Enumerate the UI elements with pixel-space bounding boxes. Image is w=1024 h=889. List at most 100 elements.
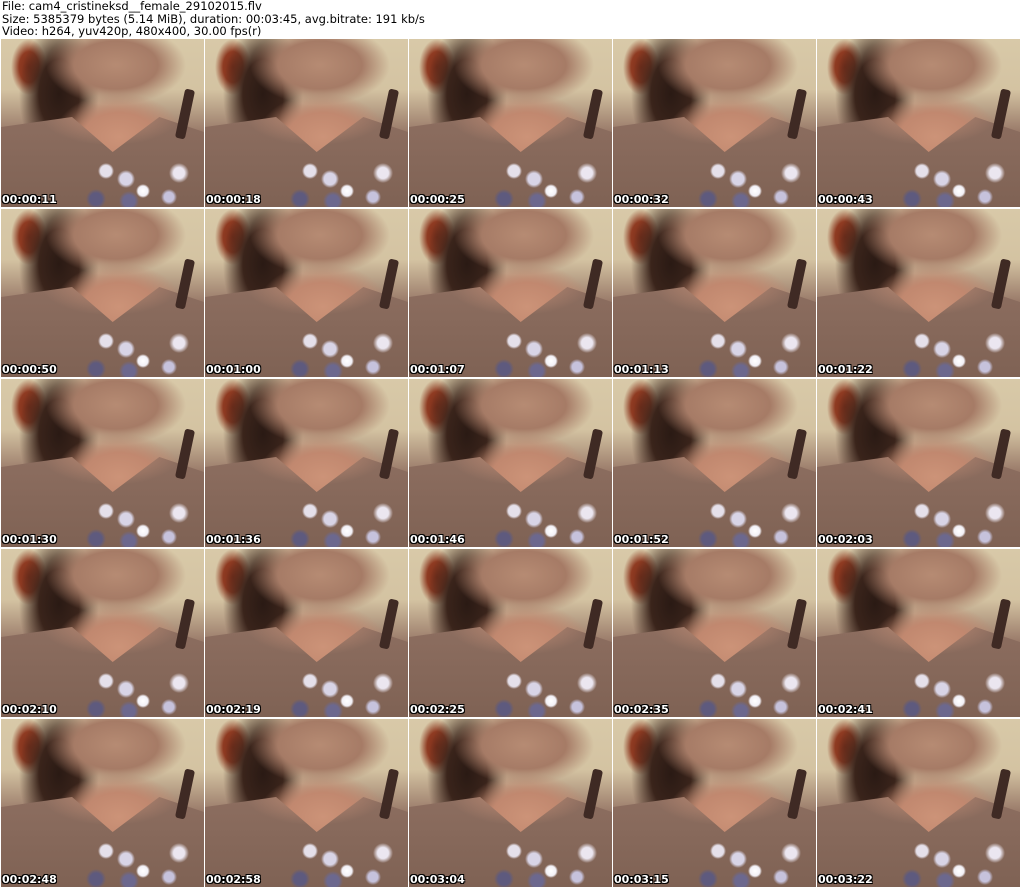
thumbnail-timestamp: 00:01:36	[206, 533, 261, 546]
thumbnail-frame-image	[817, 719, 1020, 887]
thumbnail-frame-image	[817, 39, 1020, 207]
frame-print-pattern	[285, 161, 395, 207]
thumbnail-frame-image	[613, 379, 816, 547]
video-thumbnail: 00:02:48	[1, 719, 204, 887]
thumbnail-frame-image	[205, 379, 408, 547]
thumbnail-timestamp: 00:01:07	[410, 363, 465, 376]
thumbnail-grid: 00:00:11 00:00:18 00:00:25 00:00:32 00:00:43…	[1, 39, 1024, 889]
video-info-line: Video: h264, yuv420p, 480x400, 30.00 fps…	[2, 24, 262, 38]
video-thumbnail: 00:02:10	[1, 549, 204, 717]
video-thumbnail: 00:03:22	[817, 719, 1020, 887]
thumbnail-frame-image	[409, 379, 612, 547]
video-thumbnail: 00:02:35	[613, 549, 816, 717]
thumbnail-timestamp: 00:03:15	[614, 873, 669, 886]
thumbnail-timestamp: 00:01:13	[614, 363, 669, 376]
thumbnail-frame-image	[409, 209, 612, 377]
thumbnail-timestamp: 00:01:22	[818, 363, 873, 376]
frame-print-pattern	[693, 161, 803, 207]
thumbnail-timestamp: 00:00:18	[206, 193, 261, 206]
thumbnail-frame-image	[817, 209, 1020, 377]
frame-print-pattern	[489, 331, 599, 377]
frame-print-pattern	[285, 501, 395, 547]
frame-print-pattern	[489, 671, 599, 717]
video-thumbnail: 00:01:46	[409, 379, 612, 547]
video-thumbnail: 00:01:36	[205, 379, 408, 547]
video-thumbnail: 00:00:50	[1, 209, 204, 377]
thumbnail-frame-image	[613, 719, 816, 887]
video-thumbnail: 00:00:32	[613, 39, 816, 207]
thumbnail-timestamp: 00:01:46	[410, 533, 465, 546]
video-thumbnail: 00:01:30	[1, 379, 204, 547]
thumbnail-timestamp: 00:02:25	[410, 703, 465, 716]
video-thumbnail: 00:00:25	[409, 39, 612, 207]
thumbnail-timestamp: 00:00:43	[818, 193, 873, 206]
video-thumbnail: 00:02:41	[817, 549, 1020, 717]
frame-print-pattern	[81, 671, 191, 717]
thumbnail-frame-image	[409, 719, 612, 887]
thumbnail-timestamp: 00:00:32	[614, 193, 669, 206]
thumbnail-timestamp: 00:01:00	[206, 363, 261, 376]
frame-print-pattern	[489, 161, 599, 207]
frame-print-pattern	[285, 331, 395, 377]
frame-print-pattern	[693, 841, 803, 887]
thumbnail-frame-image	[1, 39, 204, 207]
thumbnail-frame-image	[613, 39, 816, 207]
thumbnail-timestamp: 00:02:48	[2, 873, 57, 886]
file-info-header: File: cam4_cristineksd__female_29102015.…	[2, 0, 1020, 38]
thumbnail-timestamp: 00:02:41	[818, 703, 873, 716]
frame-print-pattern	[897, 501, 1007, 547]
thumbnail-timestamp: 00:03:22	[818, 873, 873, 886]
frame-print-pattern	[693, 331, 803, 377]
thumbnail-frame-image	[613, 209, 816, 377]
thumbnail-frame-image	[205, 549, 408, 717]
video-thumbnail: 00:02:03	[817, 379, 1020, 547]
frame-print-pattern	[489, 841, 599, 887]
frame-print-pattern	[489, 501, 599, 547]
video-thumbnail: 00:01:52	[613, 379, 816, 547]
thumbnail-timestamp: 00:01:30	[2, 533, 57, 546]
thumbnail-timestamp: 00:00:50	[2, 363, 57, 376]
frame-print-pattern	[693, 501, 803, 547]
frame-print-pattern	[81, 841, 191, 887]
thumbnail-frame-image	[409, 39, 612, 207]
thumbnail-frame-image	[1, 209, 204, 377]
video-thumbnail: 00:01:00	[205, 209, 408, 377]
thumbnail-frame-image	[1, 719, 204, 887]
thumbnail-timestamp: 00:02:10	[2, 703, 57, 716]
frame-print-pattern	[693, 671, 803, 717]
file-name-line: File: cam4_cristineksd__female_29102015.…	[2, 0, 262, 13]
frame-print-pattern	[897, 671, 1007, 717]
video-thumbnail: 00:02:19	[205, 549, 408, 717]
frame-print-pattern	[81, 161, 191, 207]
frame-print-pattern	[81, 331, 191, 377]
video-thumbnail: 00:00:43	[817, 39, 1020, 207]
thumbnail-timestamp: 00:02:19	[206, 703, 261, 716]
thumbnail-frame-image	[409, 549, 612, 717]
thumbnail-timestamp: 00:01:52	[614, 533, 669, 546]
thumbnail-frame-image	[817, 379, 1020, 547]
video-thumbnail: 00:03:04	[409, 719, 612, 887]
thumbnail-timestamp: 00:00:25	[410, 193, 465, 206]
thumbnail-frame-image	[205, 209, 408, 377]
thumbnail-frame-image	[205, 39, 408, 207]
thumbnail-timestamp: 00:03:04	[410, 873, 465, 886]
thumbnail-frame-image	[817, 549, 1020, 717]
thumbnail-timestamp: 00:02:35	[614, 703, 669, 716]
video-thumbnail: 00:03:15	[613, 719, 816, 887]
frame-print-pattern	[285, 841, 395, 887]
thumbnail-frame-image	[613, 549, 816, 717]
frame-print-pattern	[897, 331, 1007, 377]
video-thumbnail: 00:00:18	[205, 39, 408, 207]
thumbnail-timestamp: 00:02:03	[818, 533, 873, 546]
video-thumbnail: 00:02:25	[409, 549, 612, 717]
frame-print-pattern	[81, 501, 191, 547]
video-thumbnail: 00:02:58	[205, 719, 408, 887]
frame-print-pattern	[285, 671, 395, 717]
frame-print-pattern	[897, 841, 1007, 887]
thumbnail-timestamp: 00:02:58	[206, 873, 261, 886]
video-thumbnail: 00:01:13	[613, 209, 816, 377]
thumbnail-timestamp: 00:00:11	[2, 193, 57, 206]
thumbnail-frame-image	[205, 719, 408, 887]
video-thumbnail: 00:00:11	[1, 39, 204, 207]
thumbnail-frame-image	[1, 379, 204, 547]
